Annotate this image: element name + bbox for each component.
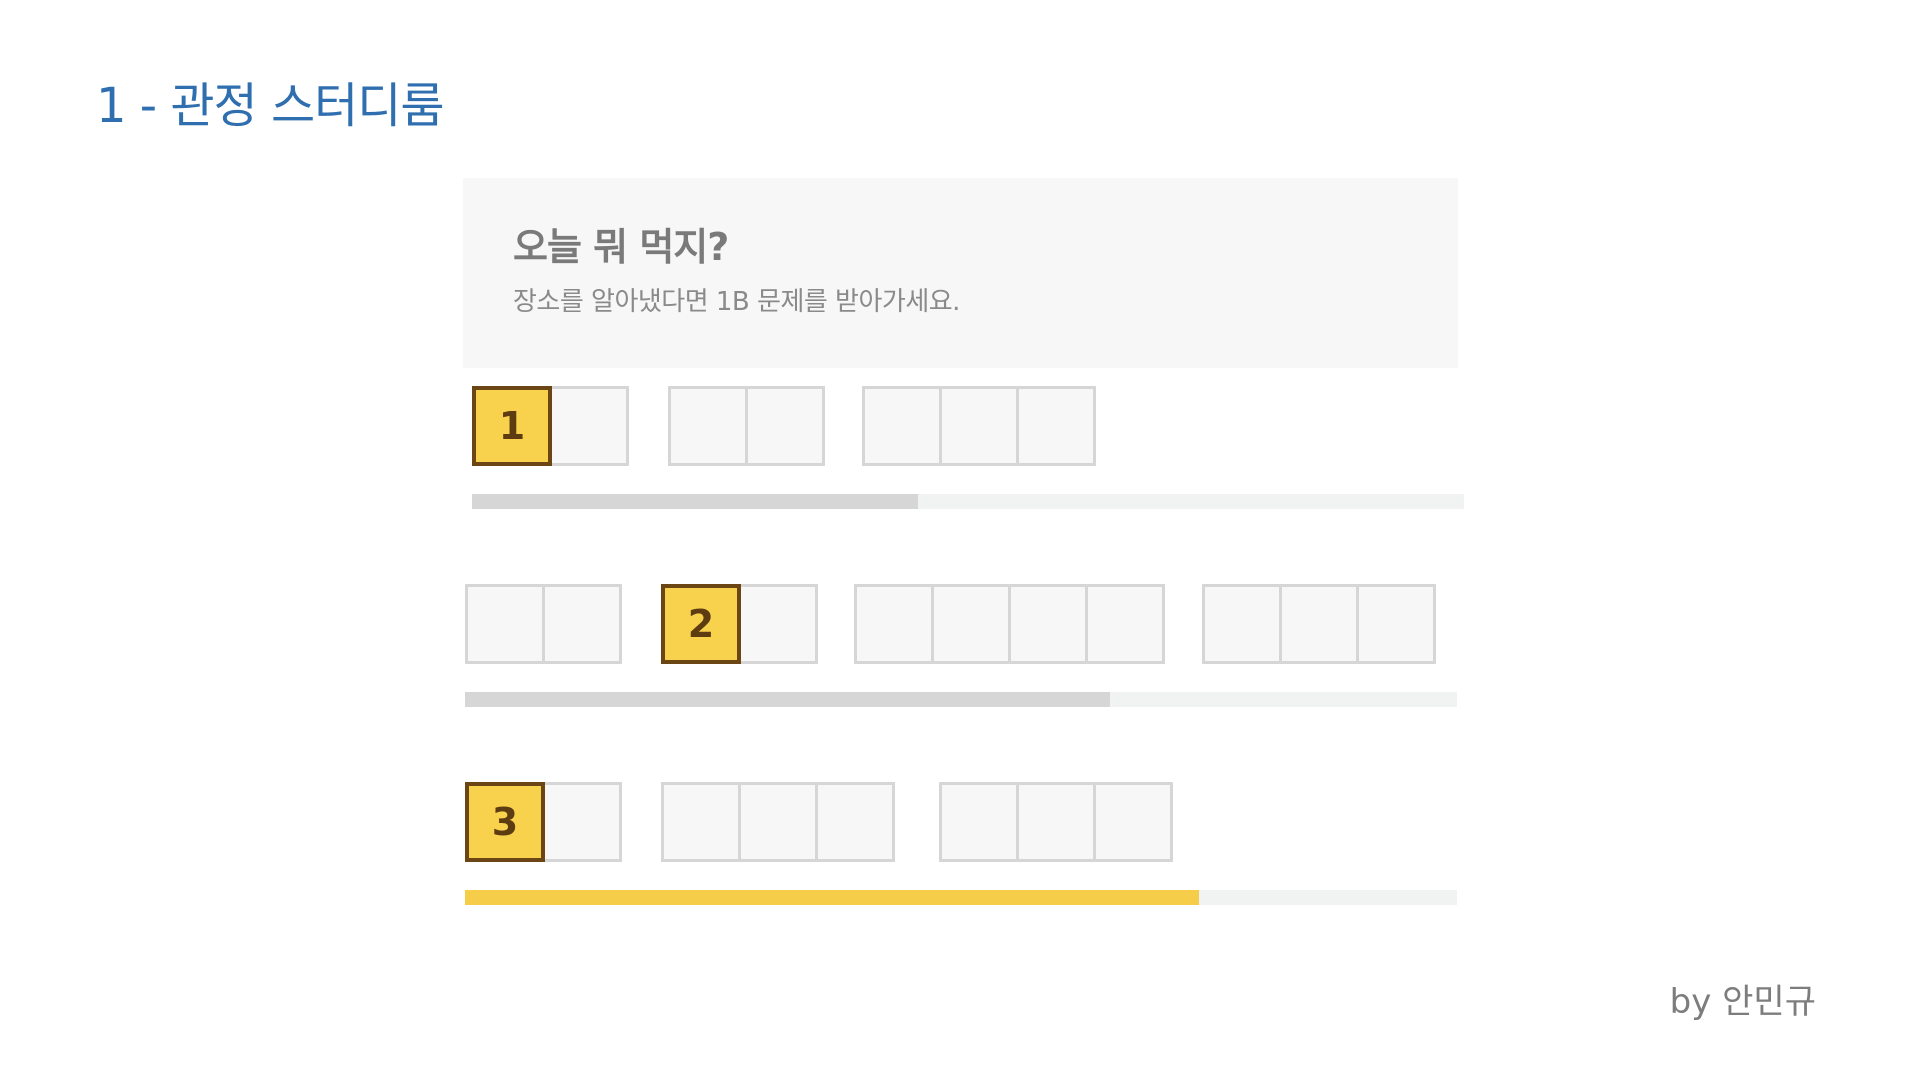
letter-box xyxy=(939,782,1019,862)
progress-track xyxy=(472,494,1464,509)
letter-box xyxy=(542,584,622,664)
letter-box xyxy=(1279,584,1359,664)
letter-box xyxy=(1356,584,1436,664)
letter-box xyxy=(745,386,825,466)
letter-box xyxy=(549,386,629,466)
letter-box xyxy=(862,386,942,466)
letter-box xyxy=(1085,584,1165,664)
letter-box xyxy=(939,386,1019,466)
progress-fill xyxy=(465,890,1200,905)
progress-track xyxy=(465,692,1457,707)
slide-title: 1 - 관정 스터디룸 xyxy=(96,78,445,134)
letter-box xyxy=(1008,584,1088,664)
progress-track xyxy=(465,890,1457,905)
progress-fill xyxy=(472,494,919,509)
letter-box xyxy=(1202,584,1282,664)
letter-box xyxy=(854,584,934,664)
letter-box xyxy=(542,782,622,862)
letter-box xyxy=(815,782,895,862)
letter-box xyxy=(738,584,818,664)
letter-box xyxy=(661,782,741,862)
letter-box xyxy=(465,584,545,664)
letter-box xyxy=(738,782,818,862)
numbered-letter-box: 1 xyxy=(472,386,552,466)
letter-box xyxy=(668,386,748,466)
numbered-letter-box: 3 xyxy=(465,782,545,862)
letter-box xyxy=(931,584,1011,664)
card-title: 오늘 뭐 먹지? xyxy=(513,225,729,269)
info-card: 오늘 뭐 먹지? 장소를 알아냈다면 1B 문제를 받아가세요. xyxy=(463,178,1458,368)
progress-fill xyxy=(465,692,1110,707)
numbered-letter-box: 2 xyxy=(661,584,741,664)
letter-box xyxy=(1016,782,1096,862)
letter-box xyxy=(1016,386,1096,466)
card-subtitle: 장소를 알아냈다면 1B 문제를 받아가세요. xyxy=(513,287,960,317)
letter-box xyxy=(1093,782,1173,862)
author-byline: by 안민규 xyxy=(1669,982,1816,1022)
